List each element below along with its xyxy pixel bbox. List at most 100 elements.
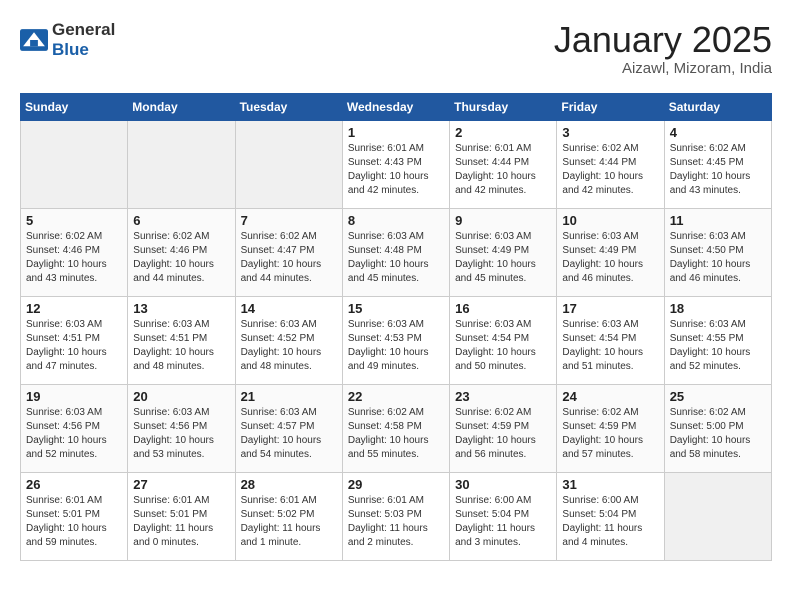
cell-info: Sunrise: 6:02 AM Sunset: 4:45 PM Dayligh… [670,142,766,198]
day-number: 31 [562,477,658,492]
day-number: 24 [562,389,658,404]
day-number: 6 [133,213,229,228]
cell-info: Sunrise: 6:03 AM Sunset: 4:48 PM Dayligh… [348,230,444,286]
week-row-1: 1Sunrise: 6:01 AM Sunset: 4:43 PM Daylig… [21,120,772,208]
day-number: 9 [455,213,551,228]
table-row: 22Sunrise: 6:02 AM Sunset: 4:58 PM Dayli… [342,384,449,472]
table-row: 8 Sunrise: 6:03 AM Sunset: 4:48 PM Daylig… [342,208,449,296]
day-number: 15 [348,301,444,316]
day-number: 7 [241,213,337,228]
table-row: 26 Sunrise: 6:01 AM Sunset: 5:01 PM Dayli… [21,472,128,560]
cell-info: Sunrise: 6:03 AM Sunset: 4:56 PM Dayligh… [26,406,122,462]
cell-info: Sunrise: 6:03 AM Sunset: 4:56 PM Dayligh… [133,406,229,462]
cell-info: Sunrise: 6:02 AM Sunset: 4:46 PM Dayligh… [133,230,229,286]
cell-info: Sunrise: 6:00 AM Sunset: 5:04 PM Dayligh… [562,494,658,550]
cell-info: Sunrise: 6:03 AM Sunset: 4:53 PM Dayligh… [348,318,444,374]
table-row: 25 Sunrise: 6:02 AM Sunset: 5:00 PM Dayli… [664,384,771,472]
table-row: 13 Sunrise: 6:03 AM Sunset: 4:51 PM Dayli… [128,296,235,384]
cell-info: Sunrise: 6:01 AM Sunset: 5:02 PM Dayligh… [241,494,337,550]
cell-info: Sunrise: 6:02 AM Sunset: 4:44 PM Dayligh… [562,142,658,198]
week-row-3: 12 Sunrise: 6:03 AM Sunset: 4:51 PM Dayli… [21,296,772,384]
table-row: 4 Sunrise: 6:02 AM Sunset: 4:45 PM Daylig… [664,120,771,208]
cell-info: Sunrise: 6:02 AM Sunset: 4:46 PM Dayligh… [26,230,122,286]
cell-info: Sunrise: 6:03 AM Sunset: 4:52 PM Dayligh… [241,318,337,374]
table-row: 31 Sunrise: 6:00 AM Sunset: 5:04 PM Dayli… [557,472,664,560]
day-number: 28 [241,477,337,492]
table-row: 28 Sunrise: 6:01 AM Sunset: 5:02 PM Dayli… [235,472,342,560]
table-row: 18 Sunrise: 6:03 AM Sunset: 4:55 PM Dayli… [664,296,771,384]
cell-info: Sunrise: 6:01 AM Sunset: 4:43 PM Dayligh… [348,142,444,198]
table-row: 19Sunrise: 6:03 AM Sunset: 4:56 PM Dayli… [21,384,128,472]
table-row: 9 Sunrise: 6:03 AM Sunset: 4:49 PM Daylig… [450,208,557,296]
table-row [664,472,771,560]
day-number: 18 [670,301,766,316]
day-number: 14 [241,301,337,316]
month-title: January 2025 [554,20,772,60]
day-number: 12 [26,301,122,316]
day-number: 29 [348,477,444,492]
cell-info: Sunrise: 6:02 AM Sunset: 4:59 PM Dayligh… [455,406,551,462]
table-row: 14 Sunrise: 6:03 AM Sunset: 4:52 PM Dayli… [235,296,342,384]
table-row: 21 Sunrise: 6:03 AM Sunset: 4:57 PM Dayli… [235,384,342,472]
table-row: 12 Sunrise: 6:03 AM Sunset: 4:51 PM Dayli… [21,296,128,384]
day-number: 13 [133,301,229,316]
cell-info: Sunrise: 6:03 AM Sunset: 4:55 PM Dayligh… [670,318,766,374]
header-monday: Monday [128,93,235,120]
day-number: 30 [455,477,551,492]
day-number: 20 [133,389,229,404]
header-saturday: Saturday [664,93,771,120]
cell-info: Sunrise: 6:03 AM Sunset: 4:57 PM Dayligh… [241,406,337,462]
cell-info: Sunrise: 6:03 AM Sunset: 4:49 PM Dayligh… [562,230,658,286]
day-number: 16 [455,301,551,316]
cell-info: Sunrise: 6:02 AM Sunset: 4:58 PM Dayligh… [348,406,444,462]
cell-info: Sunrise: 6:01 AM Sunset: 5:01 PM Dayligh… [26,494,122,550]
table-row: 15 Sunrise: 6:03 AM Sunset: 4:53 PM Dayli… [342,296,449,384]
day-number: 4 [670,125,766,140]
table-row: 10Sunrise: 6:03 AM Sunset: 4:49 PM Dayli… [557,208,664,296]
table-row: 16 Sunrise: 6:03 AM Sunset: 4:54 PM Dayli… [450,296,557,384]
day-number: 26 [26,477,122,492]
cell-info: Sunrise: 6:03 AM Sunset: 4:51 PM Dayligh… [26,318,122,374]
table-row: 11 Sunrise: 6:03 AM Sunset: 4:50 PM Dayli… [664,208,771,296]
table-row: 2 Sunrise: 6:01 AM Sunset: 4:44 PM Daylig… [450,120,557,208]
location: Aizawl, Mizoram, India [554,60,772,77]
cell-info: Sunrise: 6:03 AM Sunset: 4:49 PM Dayligh… [455,230,551,286]
table-row: 7 Sunrise: 6:02 AM Sunset: 4:47 PM Daylig… [235,208,342,296]
header-thursday: Thursday [450,93,557,120]
day-number: 2 [455,125,551,140]
cell-info: Sunrise: 6:03 AM Sunset: 4:54 PM Dayligh… [455,318,551,374]
cell-info: Sunrise: 6:03 AM Sunset: 4:51 PM Dayligh… [133,318,229,374]
generalblue-logo-icon [20,29,48,51]
day-number: 25 [670,389,766,404]
cell-info: Sunrise: 6:02 AM Sunset: 5:00 PM Dayligh… [670,406,766,462]
cell-info: Sunrise: 6:02 AM Sunset: 4:59 PM Dayligh… [562,406,658,462]
header-tuesday: Tuesday [235,93,342,120]
day-number: 27 [133,477,229,492]
cell-info: Sunrise: 6:03 AM Sunset: 4:54 PM Dayligh… [562,318,658,374]
logo-blue-text: Blue [52,40,89,59]
table-row: 6 Sunrise: 6:02 AM Sunset: 4:46 PM Daylig… [128,208,235,296]
table-row: 1Sunrise: 6:01 AM Sunset: 4:43 PM Daylig… [342,120,449,208]
page-header: General Blue January 2025 Aizawl, Mizora… [20,20,772,77]
table-row: 20 Sunrise: 6:03 AM Sunset: 4:56 PM Dayli… [128,384,235,472]
cell-info: Sunrise: 6:02 AM Sunset: 4:47 PM Dayligh… [241,230,337,286]
header-friday: Friday [557,93,664,120]
cell-info: Sunrise: 6:01 AM Sunset: 4:44 PM Dayligh… [455,142,551,198]
table-row: 24 Sunrise: 6:02 AM Sunset: 4:59 PM Dayli… [557,384,664,472]
cell-info: Sunrise: 6:03 AM Sunset: 4:50 PM Dayligh… [670,230,766,286]
title-area: January 2025 Aizawl, Mizoram, India [554,20,772,77]
day-number: 21 [241,389,337,404]
table-row [21,120,128,208]
table-row: 30 Sunrise: 6:00 AM Sunset: 5:04 PM Dayli… [450,472,557,560]
day-number: 8 [348,213,444,228]
day-number: 11 [670,213,766,228]
day-number: 5 [26,213,122,228]
week-row-2: 5 Sunrise: 6:02 AM Sunset: 4:46 PM Daylig… [21,208,772,296]
week-row-4: 19Sunrise: 6:03 AM Sunset: 4:56 PM Dayli… [21,384,772,472]
logo-general-text: General [52,20,115,39]
table-row: 29Sunrise: 6:01 AM Sunset: 5:03 PM Dayli… [342,472,449,560]
header-sunday: Sunday [21,93,128,120]
day-number: 17 [562,301,658,316]
calendar-table: SundayMondayTuesdayWednesdayThursdayFrid… [20,93,772,561]
cell-info: Sunrise: 6:00 AM Sunset: 5:04 PM Dayligh… [455,494,551,550]
